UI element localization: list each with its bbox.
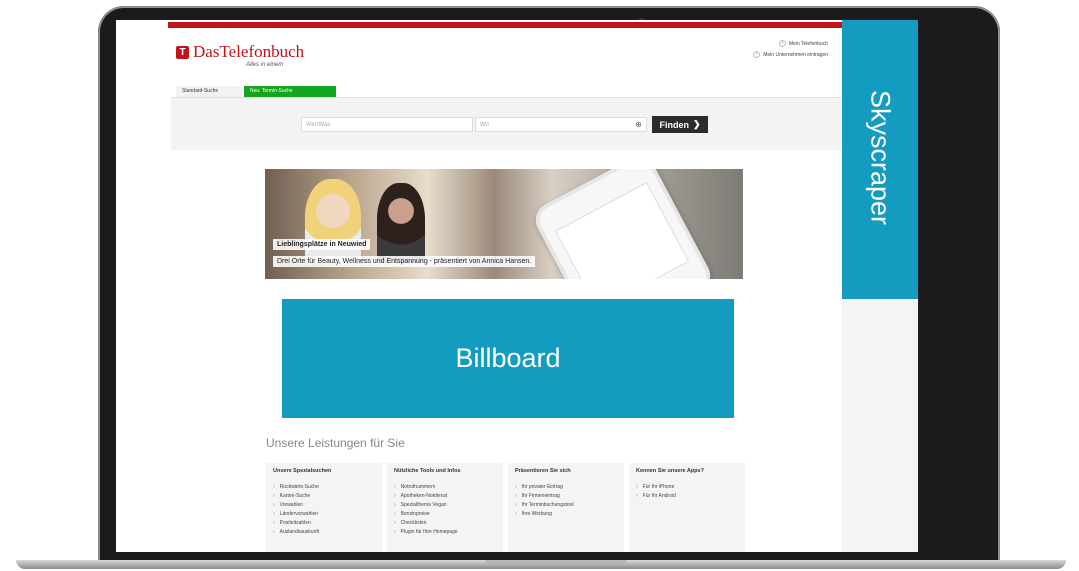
chevron-right-icon: › bbox=[515, 501, 517, 508]
service-link[interactable]: › Spezialthema Vegan bbox=[394, 500, 496, 509]
locate-icon[interactable]: ⊕ bbox=[635, 120, 642, 129]
service-link[interactable]: › Postleitzahlen bbox=[273, 518, 375, 527]
services-column-heading: Nützliche Tools und Infos bbox=[394, 468, 461, 474]
top-link-label: Mein Unternehmen eintragen bbox=[763, 51, 828, 58]
chevron-right-icon: › bbox=[778, 40, 786, 47]
service-link[interactable]: › Ihre Werbung bbox=[515, 509, 617, 518]
tab-standard-search[interactable]: Standard-Suche bbox=[176, 86, 242, 97]
find-button[interactable]: Finden ❯ bbox=[652, 116, 708, 133]
service-link-label: Ihr privater Eintrag bbox=[521, 483, 563, 490]
chevron-right-icon: › bbox=[636, 492, 638, 499]
logo-mark-icon: T bbox=[176, 45, 189, 59]
service-link-label: Benzinpreise bbox=[400, 510, 430, 517]
chevron-right-icon: › bbox=[636, 483, 638, 490]
service-link-label: Postleitzahlen bbox=[279, 519, 311, 526]
chevron-right-icon: › bbox=[273, 510, 275, 517]
service-link-label: Für Ihr Android bbox=[642, 492, 676, 499]
chevron-right-icon: › bbox=[515, 483, 517, 490]
service-link[interactable]: › Rückwärts-Suche bbox=[273, 482, 375, 491]
service-link-label: Plugin für Ihre Homepage bbox=[400, 528, 458, 535]
service-link-label: Ihr Terminbuchungstool bbox=[521, 501, 574, 508]
services-column-present: Präsentieren Sie sich › Ihr privater Eint… bbox=[508, 463, 624, 552]
chevron-right-icon: › bbox=[753, 51, 761, 58]
chevron-right-icon: › bbox=[515, 492, 517, 499]
services-column-apps: Kennen Sie unsere Apps? › Für Ihr iPhone … bbox=[629, 463, 745, 552]
service-link-label: Auslandsauskunft bbox=[279, 528, 320, 535]
register-company-link[interactable]: › Mein Unternehmen eintragen bbox=[753, 51, 828, 58]
side-column bbox=[842, 299, 918, 552]
billboard-ad-slot[interactable]: Billboard bbox=[282, 299, 734, 418]
service-link-label: Ihre Werbung bbox=[521, 510, 552, 517]
service-link[interactable]: › Auslandsauskunft bbox=[273, 527, 375, 536]
base-notch bbox=[486, 560, 626, 564]
laptop-screen: T DasTelefonbuch Alles in einem › Mein T… bbox=[116, 20, 918, 552]
service-link[interactable]: › Ihr Terminbuchungstool bbox=[515, 500, 617, 509]
laptop-base bbox=[16, 560, 1066, 569]
top-links: › Mein Telefonbuch › Mein Unternehmen ei… bbox=[753, 40, 828, 58]
chevron-right-icon: › bbox=[515, 510, 517, 517]
hero-phone-screen bbox=[555, 182, 690, 279]
chevron-right-icon: › bbox=[394, 528, 396, 535]
service-link[interactable]: › Notrufnummern bbox=[394, 482, 496, 491]
search-panel: Wer/Was Wo ⊕ Finden ❯ bbox=[171, 97, 841, 150]
hero-headline: Lieblingsplätze in Neuwied bbox=[273, 239, 371, 250]
skyscraper-ad-slot[interactable]: Skyscraper bbox=[842, 20, 918, 299]
service-link-label: Checklisten bbox=[400, 519, 427, 526]
tagline: Alles in einem bbox=[246, 62, 284, 68]
services-column-heading: Kennen Sie unsere Apps? bbox=[636, 468, 704, 474]
services-column-special-searches: Unsere Spezialsuchen › Rückwärts-Suche › K… bbox=[266, 463, 382, 552]
service-link-label: Für Ihr iPhone bbox=[642, 483, 675, 490]
service-link[interactable]: › Ihr privater Eintrag bbox=[515, 482, 617, 491]
skyscraper-label: Skyscraper bbox=[865, 90, 896, 226]
service-link-label: Rückwärts-Suche bbox=[279, 483, 319, 490]
chevron-right-icon: › bbox=[394, 510, 396, 517]
services-column-heading: Unsere Spezialsuchen bbox=[273, 468, 332, 474]
chevron-right-icon: › bbox=[273, 519, 275, 526]
service-link-label: Notrufnummern bbox=[400, 483, 436, 490]
service-link[interactable]: › Ihr Firmeneintrag bbox=[515, 491, 617, 500]
services-column-heading: Präsentieren Sie sich bbox=[515, 468, 571, 474]
service-link-label: Ländervorwahlen bbox=[279, 510, 319, 517]
chevron-right-icon: › bbox=[273, 492, 275, 499]
service-link[interactable]: › Für Ihr iPhone bbox=[636, 482, 738, 491]
services-title: Unsere Leistungen für Sie bbox=[266, 436, 405, 450]
services-column-tools: Nützliche Tools und Infos › Notrufnummern… bbox=[387, 463, 503, 552]
chevron-right-icon: ❯ bbox=[692, 119, 701, 129]
hero-photo-woman bbox=[305, 179, 361, 263]
hero-phone-image bbox=[529, 169, 717, 279]
tab-appointment-search[interactable]: Neu: Termin-Suche bbox=[244, 86, 336, 97]
where-placeholder: Wo bbox=[480, 122, 489, 128]
service-link[interactable]: › Checklisten bbox=[394, 518, 496, 527]
chevron-right-icon: › bbox=[273, 483, 275, 490]
service-link-label: Karten-Suche bbox=[279, 492, 311, 499]
service-link-label: Ihr Firmeneintrag bbox=[521, 492, 560, 499]
logo-text: DasTelefonbuch bbox=[193, 42, 305, 61]
chevron-right-icon: › bbox=[394, 492, 396, 499]
chevron-right-icon: › bbox=[394, 483, 396, 490]
top-red-stripe bbox=[168, 22, 843, 28]
service-link[interactable]: › Apotheken-Notdienst bbox=[394, 491, 496, 500]
service-link-label: Spezialthema Vegan bbox=[400, 501, 447, 508]
service-link[interactable]: › Ländervorwahlen bbox=[273, 509, 375, 518]
what-search-input[interactable]: Wer/Was bbox=[301, 117, 473, 132]
chevron-right-icon: › bbox=[273, 501, 275, 508]
service-link[interactable]: › Vorwahlen bbox=[273, 500, 375, 509]
find-button-label: Finden bbox=[659, 119, 689, 130]
where-search-input[interactable]: Wo ⊕ bbox=[475, 117, 647, 132]
my-phonebook-link[interactable]: › Mein Telefonbuch bbox=[778, 40, 828, 47]
chevron-right-icon: › bbox=[394, 501, 396, 508]
chevron-right-icon: › bbox=[273, 528, 275, 535]
service-link[interactable]: › Für Ihr Android bbox=[636, 491, 738, 500]
service-link-label: Vorwahlen bbox=[279, 501, 304, 508]
hero-caption: Drei Orte für Beauty, Wellness und Entsp… bbox=[273, 256, 536, 267]
site-logo[interactable]: T DasTelefonbuch bbox=[176, 42, 304, 62]
hero-banner[interactable]: Lieblingsplätze in Neuwied Drei Orte für… bbox=[265, 169, 743, 279]
service-link[interactable]: › Karten-Suche bbox=[273, 491, 375, 500]
service-link-label: Apotheken-Notdienst bbox=[400, 492, 448, 499]
top-link-label: Mein Telefonbuch bbox=[788, 40, 828, 47]
hero-photo-hairdresser bbox=[377, 183, 425, 263]
service-link[interactable]: › Benzinpreise bbox=[394, 509, 496, 518]
service-link[interactable]: › Plugin für Ihre Homepage bbox=[394, 527, 496, 536]
chevron-right-icon: › bbox=[394, 519, 396, 526]
